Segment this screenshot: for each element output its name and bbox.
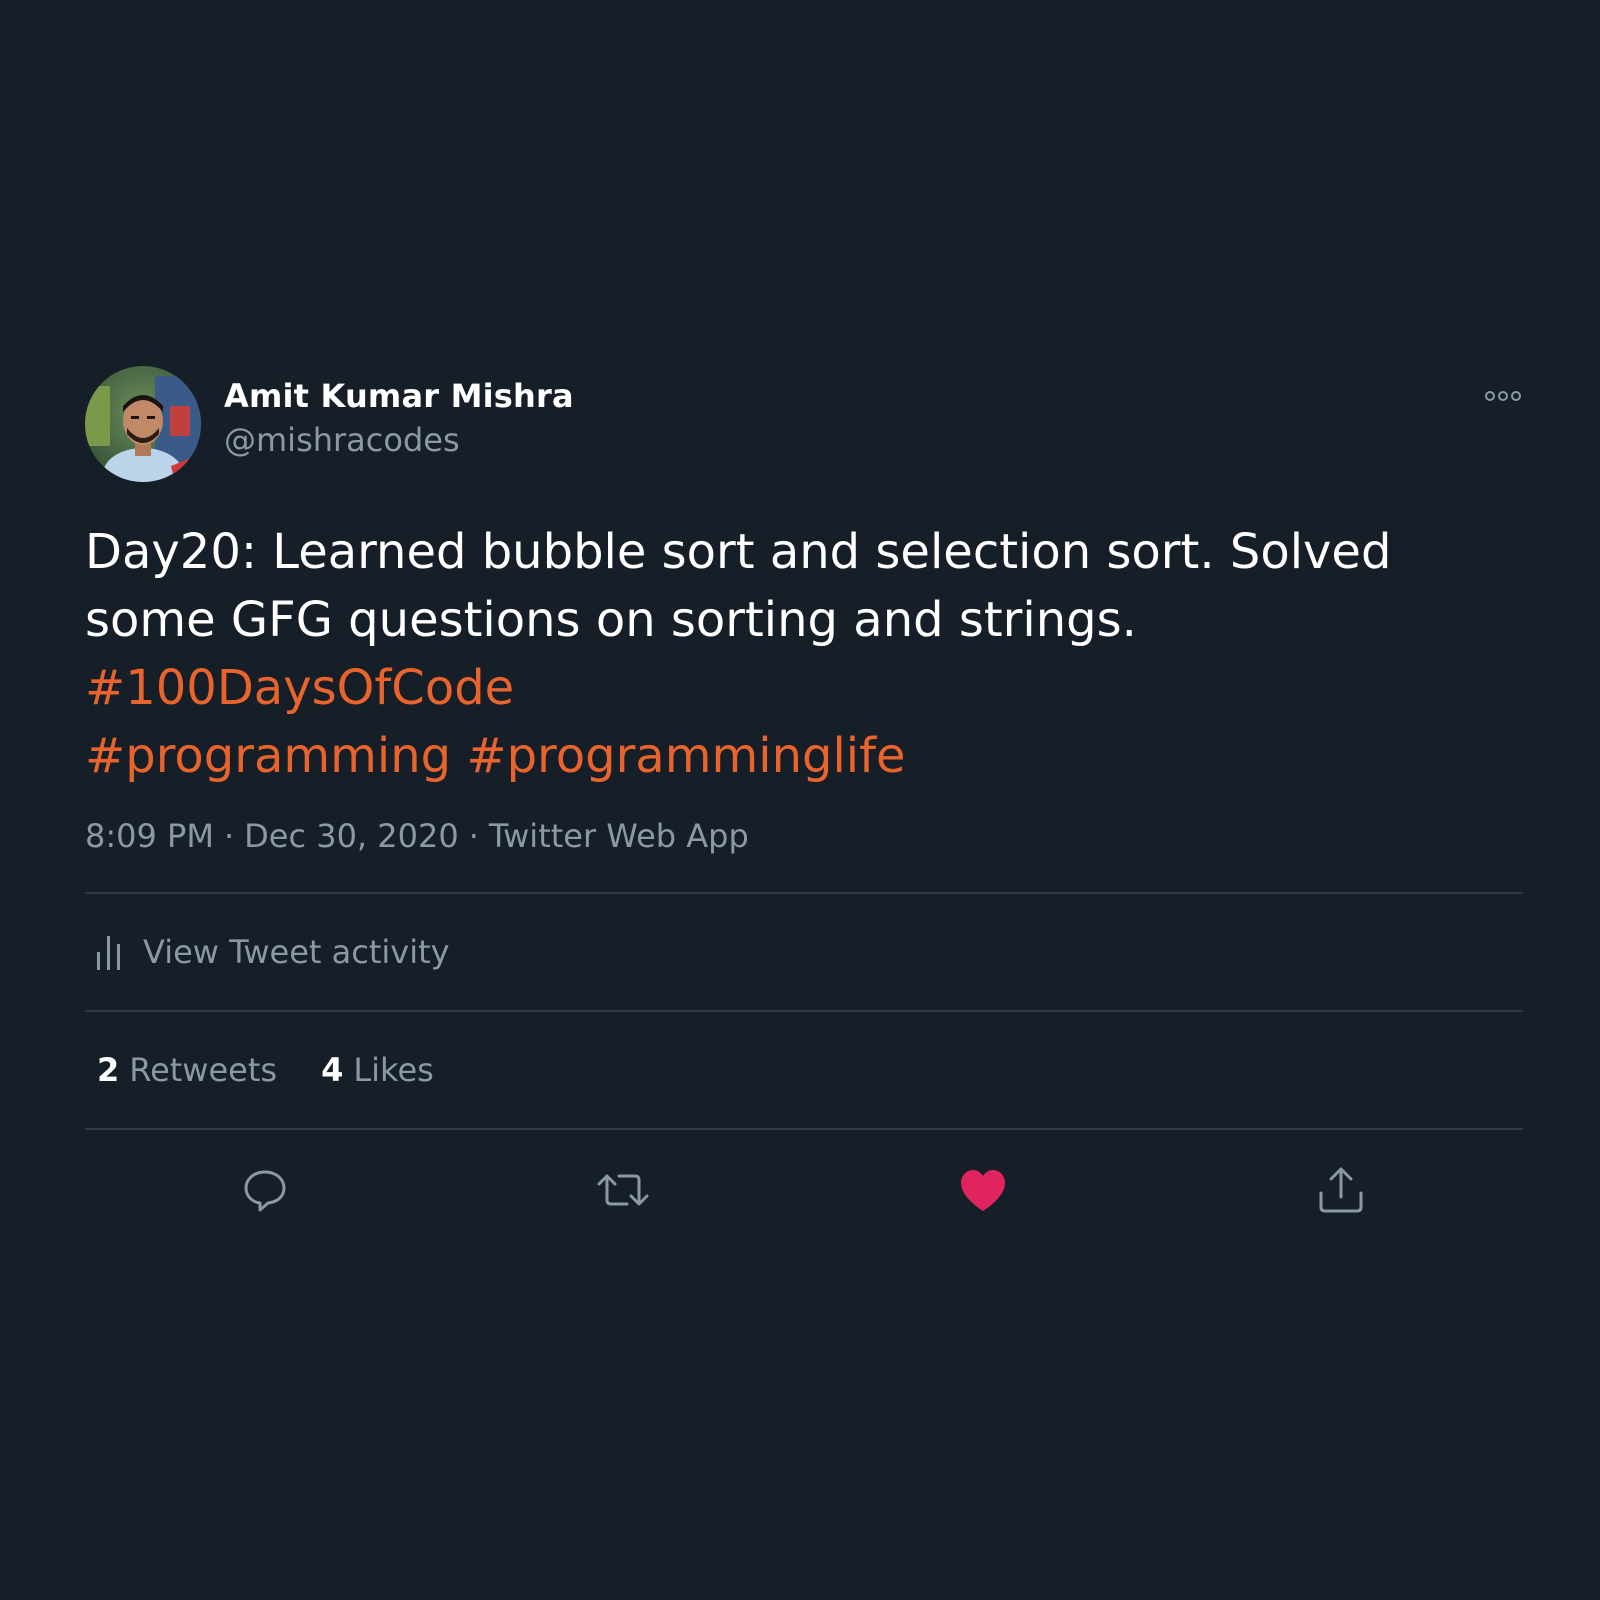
tweet-stats: 2 Retweets 4 Likes xyxy=(85,1012,1523,1128)
meta-separator: · xyxy=(223,817,235,855)
hashtag-link[interactable]: #programminglife xyxy=(466,728,905,784)
tweet-card: Amit Kumar Mishra @mishracodes Day20: Le… xyxy=(85,366,1523,1250)
share-upload-icon xyxy=(1319,1167,1363,1213)
tweet-source[interactable]: Twitter Web App xyxy=(489,817,749,855)
bar-chart-icon xyxy=(97,936,120,970)
tweet-time[interactable]: 8:09 PM xyxy=(85,817,214,855)
retweet-button[interactable] xyxy=(593,1160,653,1220)
reply-button[interactable] xyxy=(235,1160,295,1220)
tweet-actions xyxy=(85,1130,1523,1250)
likes-label: Likes xyxy=(353,1051,434,1089)
more-dots-icon xyxy=(1485,391,1521,401)
retweet-icon xyxy=(597,1174,649,1206)
reply-bubble-icon xyxy=(244,1170,286,1212)
meta-separator: · xyxy=(468,817,479,855)
like-button[interactable] xyxy=(953,1160,1013,1220)
share-button[interactable] xyxy=(1311,1160,1371,1220)
author-display-name[interactable]: Amit Kumar Mishra xyxy=(224,376,574,416)
tweet-header: Amit Kumar Mishra @mishracodes xyxy=(85,366,1523,482)
hashtag-link[interactable]: #100DaysOfCode xyxy=(85,660,514,716)
heart-icon xyxy=(961,1170,1005,1211)
tweet-date[interactable]: Dec 30, 2020 xyxy=(244,817,459,855)
retweets-stat[interactable]: 2 Retweets xyxy=(97,1051,277,1089)
view-tweet-activity-label: View Tweet activity xyxy=(143,933,450,971)
view-tweet-activity-button[interactable]: View Tweet activity xyxy=(85,894,1523,1010)
avatar[interactable] xyxy=(85,366,201,482)
hashtag-link[interactable]: #programming xyxy=(85,728,451,784)
tweet-text: Day20: Learned bubble sort and selection… xyxy=(85,518,1523,790)
author-handle[interactable]: @mishracodes xyxy=(224,420,574,460)
retweets-count: 2 xyxy=(97,1051,120,1089)
author-names: Amit Kumar Mishra @mishracodes xyxy=(224,376,574,460)
likes-count: 4 xyxy=(321,1051,344,1089)
tweet-body-text: Day20: Learned bubble sort and selection… xyxy=(85,524,1392,648)
tweet-meta: 8:09 PM · Dec 30, 2020 · Twitter Web App xyxy=(85,816,1523,856)
more-options-button[interactable] xyxy=(1483,388,1523,404)
retweets-label: Retweets xyxy=(129,1051,278,1089)
likes-stat[interactable]: 4 Likes xyxy=(321,1051,434,1089)
